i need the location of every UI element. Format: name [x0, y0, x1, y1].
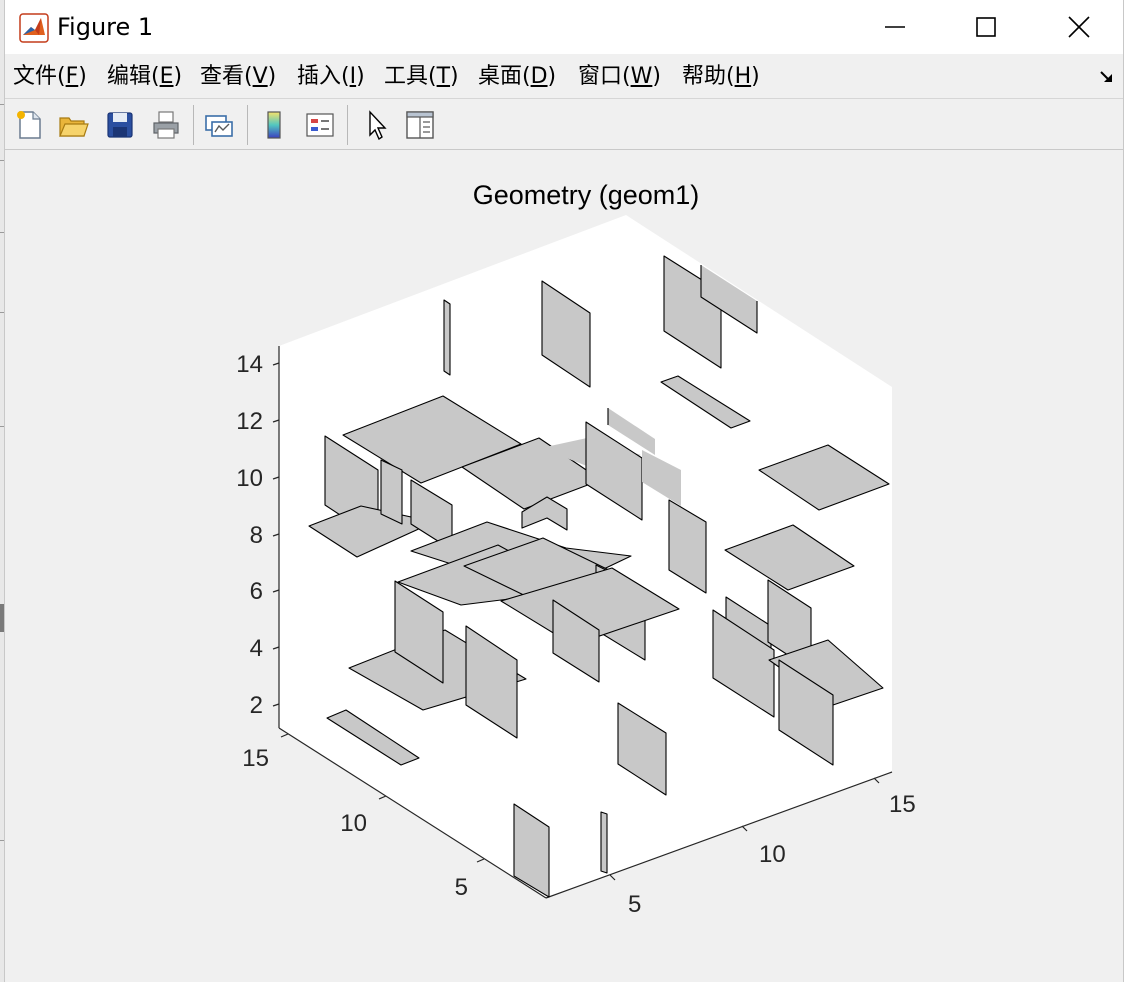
z-tick-label: 2 — [250, 692, 263, 719]
geometry-plot[interactable]: Geometry (geom1) 14 12 10 8 6 4 2 15 10 … — [1, 0, 1128, 982]
x-tick-label: 5 — [628, 891, 641, 918]
geometry-face — [380, 459, 403, 525]
z-tick-label: 4 — [250, 635, 263, 662]
figure-window: Figure 1 文件(F) 编辑(E) 查看(V) 插入(I) 工具(T) 桌… — [4, 0, 1124, 982]
z-tick-label: 6 — [250, 578, 263, 605]
plot-title: Geometry (geom1) — [473, 180, 700, 210]
z-tick-label: 8 — [250, 522, 263, 549]
x-tick-label: 15 — [889, 791, 916, 818]
geometry-face — [443, 299, 451, 376]
figure-canvas: Geometry (geom1) 14 12 10 8 6 4 2 15 10 … — [5, 151, 1123, 982]
geometry-face — [600, 811, 608, 874]
x-tick-label: 10 — [759, 841, 786, 868]
z-tick-label: 14 — [236, 351, 263, 378]
z-tick-label: 10 — [236, 465, 263, 492]
z-axis-ticks: 14 12 10 8 6 4 2 — [236, 351, 263, 719]
y-tick-label: 10 — [340, 810, 367, 837]
z-tick-label: 12 — [236, 408, 263, 435]
y-tick-label: 15 — [242, 745, 269, 772]
y-tick-label: 5 — [455, 874, 468, 901]
